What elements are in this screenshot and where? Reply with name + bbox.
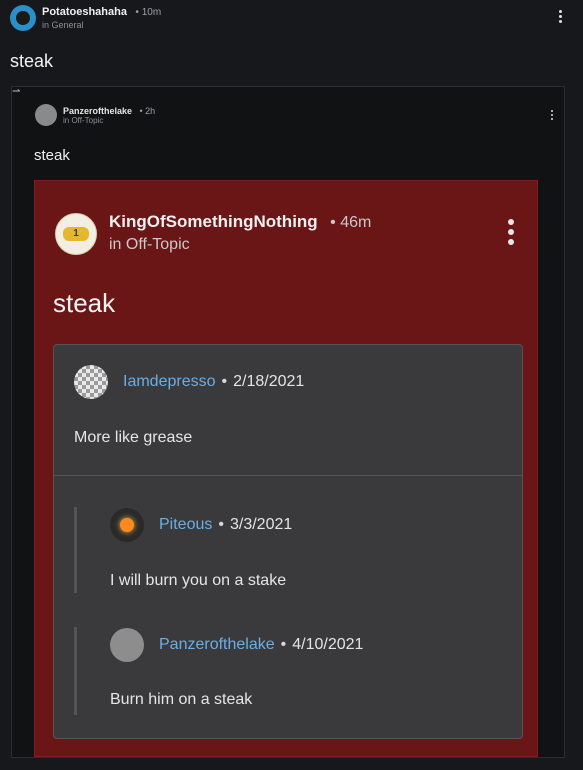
kebab-menu-icon (507, 219, 515, 249)
comment-text: I will burn you on a stake (110, 572, 287, 589)
avatar-icon (16, 11, 30, 25)
embed-header: Panzerofthelake • 2h in Off-Topic (35, 104, 155, 126)
avatar: 1 (55, 212, 97, 255)
author-name[interactable]: Potatoeshahaha (42, 6, 127, 18)
comment-header: Panzerofthelake • 4/10/2021 (110, 628, 363, 662)
embed-category: in Off-Topic (63, 115, 104, 125)
thread-line (74, 507, 77, 593)
post-title: steak (10, 51, 54, 71)
avatar[interactable] (10, 5, 36, 31)
comment-user: Iamdepresso (123, 373, 216, 390)
kebab-menu-icon (550, 110, 554, 122)
comment-date: 3/3/2021 (229, 516, 293, 533)
avatar-badge: 1 (63, 226, 89, 241)
post-header: Potatoeshahaha • 10m in General (10, 5, 161, 31)
separator: • (280, 636, 287, 653)
more-options-button[interactable] (557, 10, 563, 25)
post-meta: Potatoeshahaha • 10m in General (42, 5, 161, 31)
embed-time: • 2h (139, 105, 156, 116)
embedded-image[interactable]: Panzerofthelake • 2h in Off-Topic steak … (11, 86, 565, 758)
quoted-title: steak (53, 288, 116, 318)
comment-thread: Iamdepresso • 2/18/2021 More like grease… (53, 344, 523, 739)
avatar (110, 628, 144, 662)
quoted-category: in Off-Topic (109, 236, 190, 253)
embed-author: Panzerofthelake (63, 105, 133, 116)
divider (54, 475, 522, 476)
avatar (74, 365, 108, 399)
comment-header: Iamdepresso • 2/18/2021 (74, 365, 304, 399)
comment-user: Panzerofthelake (159, 636, 275, 653)
comment-date: 2/18/2021 (233, 373, 305, 390)
quoted-author: KingOfSomethingNothing (109, 212, 318, 231)
kebab-menu-icon (558, 10, 562, 13)
avatar (35, 104, 57, 126)
comment-header: Piteous • 3/3/2021 (110, 508, 292, 542)
embed-title: steak (34, 147, 70, 164)
thread-line (74, 627, 77, 715)
comment-user: Piteous (159, 516, 213, 533)
embed-notch: ⇀ (12, 86, 21, 97)
separator: • (218, 516, 224, 533)
quoted-post-header: 1 KingOfSomethingNothing • 46m in Off-To… (55, 211, 371, 256)
quoted-post-card: 1 KingOfSomethingNothing • 46m in Off-To… (34, 180, 538, 757)
avatar (110, 508, 144, 542)
post-category[interactable]: in General (42, 19, 161, 31)
comment-date: 4/10/2021 (292, 636, 364, 653)
quoted-time: • 46m (330, 214, 372, 231)
separator: • (221, 373, 228, 390)
comment-text: Burn him on a steak (110, 691, 253, 708)
post-time: • 10m (135, 7, 162, 18)
comment-text: More like grease (74, 429, 193, 446)
